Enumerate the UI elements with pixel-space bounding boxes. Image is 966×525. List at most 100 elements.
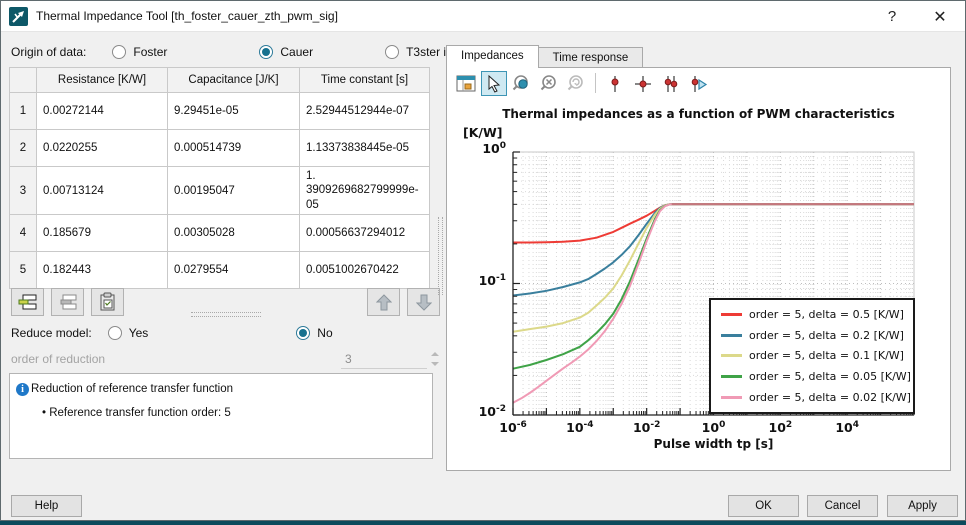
radio-reduce-no[interactable]: No [296,326,332,340]
order-spinner[interactable] [429,349,443,369]
x-tick-label: 10-6 [499,420,526,435]
table-header-row: Resistance [K/W] Capacitance [J/K] Time … [10,68,430,93]
cell-capacitance[interactable]: 9.29451e-05 [168,93,300,130]
order-of-reduction-input[interactable]: 3 [341,349,427,369]
legend-entry: order = 5, delta = 0.02 [K/W] [721,391,913,404]
paste-button[interactable] [91,288,124,316]
radio-foster[interactable]: Foster [112,45,167,59]
y-tick-label: 10-2 [479,404,506,419]
toolbar-separator [595,73,596,93]
plot-settings-button[interactable] [453,71,479,96]
chart-x-axis-label: Pulse width tp [s] [513,437,914,451]
zoom-previous-button[interactable] [563,71,589,96]
help-button[interactable]: Help [11,495,82,517]
double-cursor-button[interactable] [658,71,684,96]
remove-row-icon [58,293,78,311]
col-header-time-constant[interactable]: Time constant [s] [300,68,430,93]
corner-header [10,68,37,93]
x-tick-label: 100 [702,420,726,435]
table-row[interactable]: 5 0.182443 0.0279554 0.0051002670422 [10,252,430,289]
radio-yes-circle[interactable] [108,326,122,340]
zoom-out-button[interactable] [536,71,562,96]
radio-cauer-circle[interactable] [259,45,273,59]
row-number: 3 [10,167,37,215]
parameter-table[interactable]: Resistance [K/W] Capacitance [J/K] Time … [9,67,430,289]
select-cursor-button[interactable] [481,71,507,96]
info-title: Reduction of reference transfer function [31,383,233,395]
row-number: 1 [10,93,37,130]
cell-capacitance[interactable]: 0.000514739 [168,130,300,167]
cursor-animate-button[interactable] [686,71,712,96]
legend-swatch [721,354,742,357]
radio-no-circle[interactable] [296,326,310,340]
y-tick-label: 10-1 [479,273,506,288]
legend-label: order = 5, delta = 0.02 [K/W] [749,391,911,404]
x-tick-label: 104 [835,420,859,435]
row-number: 4 [10,215,37,252]
cell-resistance[interactable]: 0.185679 [37,215,168,252]
help-titlebar-button[interactable]: ? [871,1,913,32]
radio-foster-label: Foster [133,45,167,59]
window-title: Thermal Impedance Tool [th_foster_cauer_… [36,9,338,23]
chart-legend: order = 5, delta = 0.5 [K/W] order = 5, d… [709,298,915,414]
cell-capacitance[interactable]: 0.00305028 [168,215,300,252]
radio-foster-circle[interactable] [112,45,126,59]
tab-time-response[interactable]: Time response [539,47,644,68]
zoom-region-button[interactable] [509,71,535,96]
radio-t3ster-circle[interactable] [385,45,399,59]
cell-resistance[interactable]: 0.182443 [37,252,168,289]
apply-button[interactable]: Apply [887,495,958,517]
cell-time-constant[interactable]: 0.00056637294012 [300,215,430,252]
chart-plot-area[interactable] [447,97,950,470]
crosshair-cursor-icon [633,74,653,94]
col-header-capacitance[interactable]: Capacitance [J/K] [168,68,300,93]
order-of-reduction-label: order of reduction [11,352,105,366]
legend-label: order = 5, delta = 0.2 [K/W] [749,329,904,342]
cell-resistance[interactable]: 0.00713124 [37,167,168,215]
single-cursor-button[interactable] [602,71,628,96]
table-row[interactable]: 3 0.00713124 0.00195047 1. 3909269682799… [10,167,430,215]
legend-swatch [721,334,742,337]
cell-resistance[interactable]: 0.0220255 [37,130,168,167]
spinner-up-icon[interactable] [431,352,439,356]
reduce-model-label: Reduce model: [11,326,92,340]
cell-time-constant[interactable]: 2.52944512944e-07 [300,93,430,130]
move-row-up-button[interactable] [367,288,400,316]
x-tick-label: 102 [768,420,792,435]
tab-impedances[interactable]: Impedances [446,45,539,68]
cell-time-constant[interactable]: 1. 3909269682799999e-05 [300,167,430,215]
legend-entry: order = 5, delta = 0.05 [K/W] [721,370,913,383]
radio-cauer[interactable]: Cauer [259,45,313,59]
x-tick-label: 10-4 [566,420,593,435]
close-button[interactable]: ✕ [919,1,961,32]
vertical-splitter[interactable] [438,217,443,295]
cell-time-constant[interactable]: 0.0051002670422 [300,252,430,289]
legend-entry: order = 5, delta = 0.2 [K/W] [721,329,913,342]
legend-entry: order = 5, delta = 0.5 [K/W] [721,308,913,321]
radio-reduce-yes[interactable]: Yes [108,326,149,340]
remove-row-button[interactable] [51,288,84,316]
cell-resistance[interactable]: 0.00272144 [37,93,168,130]
arrow-down-icon [416,294,432,311]
single-cursor-icon [606,74,624,94]
table-row[interactable]: 1 0.00272144 9.29451e-05 2.52944512944e-… [10,93,430,130]
cell-time-constant[interactable]: 1.13373838445e-05 [300,130,430,167]
crosshair-cursor-button[interactable] [630,71,656,96]
spinner-down-icon[interactable] [431,362,439,366]
legend-label: order = 5, delta = 0.05 [K/W] [749,370,911,383]
cancel-button[interactable]: Cancel [807,495,878,517]
row-number: 5 [10,252,37,289]
radio-yes-label: Yes [129,326,149,340]
horizontal-splitter[interactable] [191,312,261,317]
move-row-down-button[interactable] [407,288,440,316]
add-row-button[interactable] [11,288,44,316]
table-row[interactable]: 4 0.185679 0.00305028 0.00056637294012 [10,215,430,252]
x-tick-label: 10-2 [633,420,660,435]
y-tick-label: 100 [482,141,506,156]
table-row[interactable]: 2 0.0220255 0.000514739 1.13373838445e-0… [10,130,430,167]
cell-capacitance[interactable]: 0.00195047 [168,167,300,215]
cell-capacitance[interactable]: 0.0279554 [168,252,300,289]
col-header-resistance[interactable]: Resistance [K/W] [37,68,168,93]
ok-button[interactable]: OK [728,495,799,517]
title-bar[interactable]: Thermal Impedance Tool [th_foster_cauer_… [1,1,965,32]
